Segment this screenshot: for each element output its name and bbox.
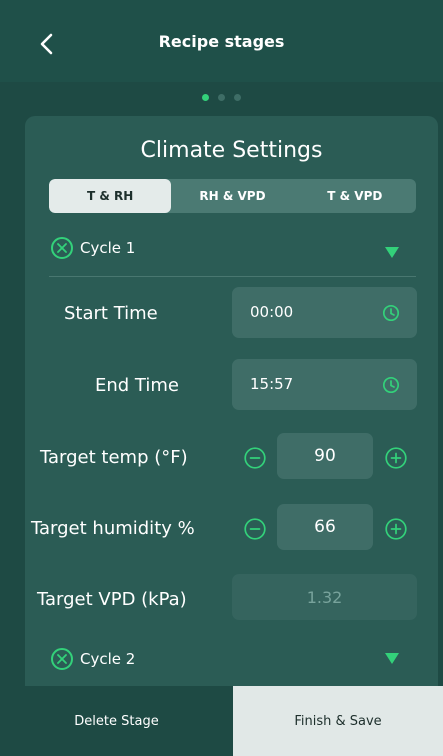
temp-decrement-button[interactable]: [244, 447, 266, 469]
start-time-label: Start Time: [64, 303, 158, 324]
close-icon: [57, 243, 67, 253]
back-button[interactable]: [36, 30, 58, 58]
humidity-decrement-button[interactable]: [244, 518, 266, 540]
cycle-1-expand-toggle[interactable]: [385, 243, 399, 262]
page-dot-1[interactable]: [202, 94, 209, 101]
end-time-label: End Time: [95, 375, 179, 396]
target-humidity-input[interactable]: 66: [277, 504, 373, 550]
remove-cycle-2-button[interactable]: [51, 648, 73, 670]
triangle-down-icon: [385, 653, 399, 664]
tab-t-rh[interactable]: T & RH: [49, 179, 172, 213]
delete-stage-button[interactable]: Delete Stage: [0, 686, 233, 756]
triangle-down-icon: [385, 247, 399, 258]
close-icon: [57, 654, 67, 664]
remove-cycle-1-button[interactable]: [51, 237, 73, 259]
cycle-2-expand-toggle[interactable]: [385, 649, 399, 668]
page-title: Recipe stages: [158, 31, 285, 51]
cycle-2-header[interactable]: Cycle 2: [51, 644, 417, 674]
mode-segmented-control: T & RH RH & VPD T & VPD: [49, 179, 416, 213]
tab-rh-vpd[interactable]: RH & VPD: [171, 179, 293, 213]
target-temp-label: Target temp (°F): [40, 447, 188, 468]
climate-settings-card: Climate Settings T & RH RH & VPD T & VPD…: [25, 116, 438, 756]
page-dot-3[interactable]: [234, 94, 241, 101]
target-vpd-label: Target VPD (kPa): [37, 589, 187, 610]
end-time-field[interactable]: 15:57: [232, 359, 417, 410]
end-time-value: 15:57: [250, 375, 294, 393]
cycle-1-label: Cycle 1: [80, 239, 136, 257]
humidity-increment-button[interactable]: [385, 518, 407, 540]
card-title: Climate Settings: [140, 138, 323, 163]
target-vpd-readonly-field: 1.32: [232, 574, 417, 620]
start-time-value: 00:00: [250, 303, 294, 321]
footer-actions: Delete Stage Finish & Save: [0, 686, 443, 756]
cycle-2-label: Cycle 2: [80, 650, 136, 668]
temp-increment-button[interactable]: [385, 447, 407, 469]
target-temp-input[interactable]: 90: [277, 433, 373, 479]
clock-icon: [382, 376, 400, 394]
plus-circle-icon: [385, 518, 407, 540]
app-header: Recipe stages: [0, 0, 443, 82]
cycle-divider: [49, 276, 416, 277]
page-dot-2[interactable]: [218, 94, 225, 101]
start-time-field[interactable]: 00:00: [232, 287, 417, 338]
tab-t-vpd[interactable]: T & VPD: [294, 179, 416, 213]
chevron-left-icon: [40, 33, 53, 55]
target-humidity-label: Target humidity %: [31, 518, 195, 539]
minus-circle-icon: [244, 518, 266, 540]
page-indicator: [0, 94, 443, 101]
finish-save-button[interactable]: Finish & Save: [233, 686, 443, 756]
clock-icon: [382, 304, 400, 322]
plus-circle-icon: [385, 447, 407, 469]
cycle-1-header[interactable]: Cycle 1: [51, 233, 417, 263]
minus-circle-icon: [244, 447, 266, 469]
